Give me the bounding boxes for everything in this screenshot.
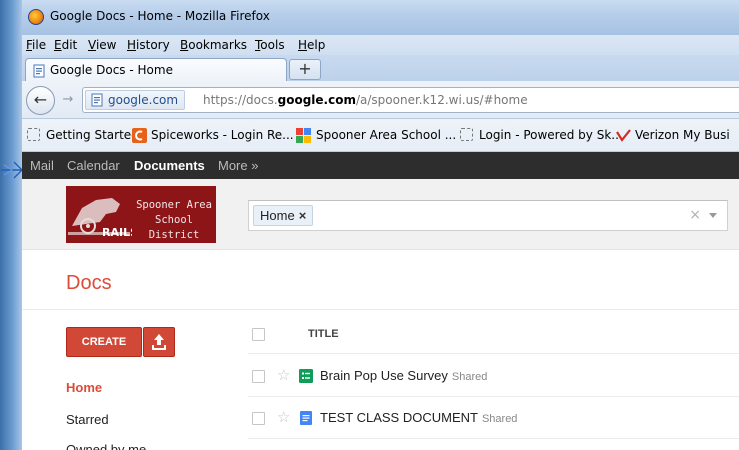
- table-row[interactable]: ☆ Brain Pop Use Survey Shared: [248, 355, 739, 397]
- star-icon[interactable]: ☆: [277, 366, 290, 384]
- sidebar-item-starred[interactable]: Starred: [66, 412, 109, 427]
- school-district-logo[interactable]: RAILS Spooner Area School District: [66, 186, 216, 243]
- search-chip-home[interactable]: Home ×: [253, 205, 314, 226]
- file-title: Brain Pop Use Survey: [320, 368, 448, 383]
- railers-mascot-icon: RAILS: [68, 198, 132, 239]
- column-title[interactable]: TITLE: [308, 328, 339, 340]
- page-title: Docs: [66, 272, 112, 294]
- menu-bar: File Edit View History Bookmarks Tools H…: [22, 35, 739, 55]
- firefox-icon: [28, 9, 44, 25]
- navigation-bar: ← → google.com https://docs.google.com/a…: [22, 81, 739, 119]
- menu-view[interactable]: View: [88, 38, 116, 52]
- bookmark-getting-started[interactable]: Getting Started: [46, 128, 139, 142]
- file-title: TEST CLASS DOCUMENT: [320, 410, 478, 425]
- bookmark-verizon[interactable]: Verizon My Busi: [635, 128, 730, 142]
- google-apps-icon: [296, 128, 311, 143]
- url-bar[interactable]: google.com https://docs.google.com/a/spo…: [82, 87, 739, 113]
- svg-text:RAILS: RAILS: [102, 226, 132, 239]
- row-checkbox[interactable]: [252, 412, 265, 425]
- file-name[interactable]: Brain Pop Use Survey Shared: [320, 368, 487, 383]
- header-divider: [22, 309, 739, 310]
- tab-google-docs-home[interactable]: Google Docs - Home: [25, 58, 287, 81]
- gbar-calendar[interactable]: Calendar: [67, 158, 120, 173]
- chip-remove-icon[interactable]: ×: [299, 208, 307, 223]
- window-title: Google Docs - Home - Mozilla Firefox: [50, 9, 270, 23]
- url-domain: google.com: [277, 93, 356, 107]
- bookmark-page-icon: [460, 128, 473, 141]
- spiceworks-icon: [132, 128, 147, 143]
- logo-line-2: School District: [148, 214, 200, 241]
- search-box[interactable]: Home × ×: [248, 200, 728, 231]
- site-identity-label: google.com: [108, 93, 179, 107]
- forward-button[interactable]: →: [59, 91, 77, 109]
- browser-window: Google Docs - Home - Mozilla Firefox Fil…: [22, 0, 739, 450]
- bookmarks-bar: Getting Started Spiceworks - Login Re...…: [22, 119, 739, 152]
- verizon-icon: [616, 129, 631, 142]
- shared-badge: Shared: [451, 371, 488, 383]
- docs-header: RAILS Spooner Area School District Home ×…: [22, 179, 739, 250]
- sidebar-item-home[interactable]: Home: [66, 380, 102, 395]
- back-button[interactable]: ←: [26, 86, 55, 115]
- google-bar: Mail Calendar Documents More »: [22, 152, 739, 179]
- select-all-checkbox[interactable]: [252, 328, 265, 341]
- cursor-arrow-icon: [1, 161, 23, 179]
- new-tab-button[interactable]: +: [289, 59, 321, 80]
- menu-file[interactable]: File: [26, 38, 46, 52]
- desktop-edge: [0, 0, 22, 450]
- file-name[interactable]: TEST CLASS DOCUMENT Shared: [320, 410, 517, 425]
- url-text: https://docs.google.com/a/spooner.k12.wi…: [203, 93, 528, 107]
- url-suffix: /a/spooner.k12.wi.us/#home: [355, 93, 528, 107]
- row-checkbox[interactable]: [252, 370, 265, 383]
- url-prefix: https://docs.: [203, 93, 278, 107]
- menu-help[interactable]: Help: [298, 38, 325, 52]
- menu-edit[interactable]: Edit: [54, 38, 77, 52]
- bookmark-page-icon: [27, 128, 40, 141]
- bookmark-spiceworks[interactable]: Spiceworks - Login Re...: [151, 128, 294, 142]
- menu-bookmarks[interactable]: Bookmarks: [180, 38, 247, 52]
- upload-icon: [152, 334, 166, 350]
- star-icon[interactable]: ☆: [277, 408, 290, 426]
- site-identity-button[interactable]: google.com: [85, 90, 186, 110]
- search-clear-icon[interactable]: ×: [689, 207, 701, 223]
- document-file-icon: [300, 411, 312, 425]
- file-list-header: TITLE: [248, 320, 739, 354]
- form-file-icon: [299, 369, 313, 383]
- bookmark-spooner-area-school[interactable]: Spooner Area School ...: [316, 128, 456, 142]
- tab-label: Google Docs - Home: [50, 63, 173, 77]
- menu-tools[interactable]: Tools: [255, 38, 285, 52]
- gbar-documents[interactable]: Documents: [134, 158, 205, 173]
- search-options-chevron-down-icon[interactable]: [709, 213, 717, 218]
- upload-button[interactable]: [143, 327, 175, 357]
- menu-history[interactable]: History: [127, 38, 170, 52]
- table-row[interactable]: ☆ TEST CLASS DOCUMENT Shared: [248, 397, 739, 439]
- tab-bar: Google Docs - Home +: [22, 55, 739, 81]
- bookmark-login-skyward[interactable]: Login - Powered by Sk...: [479, 128, 623, 142]
- google-docs-favicon-icon: [33, 64, 45, 78]
- create-button[interactable]: CREATE: [66, 327, 142, 357]
- title-bar: Google Docs - Home - Mozilla Firefox: [22, 0, 739, 35]
- google-docs-favicon-icon: [91, 93, 103, 107]
- search-chip-label: Home: [260, 208, 295, 223]
- logo-text: Spooner Area School District: [132, 198, 216, 243]
- shared-badge: Shared: [481, 413, 518, 425]
- gbar-mail[interactable]: Mail: [30, 158, 54, 173]
- gbar-more[interactable]: More »: [218, 158, 258, 173]
- sidebar-item-owned-by-me[interactable]: Owned by me: [66, 442, 146, 450]
- logo-line-1: Spooner Area: [136, 199, 212, 211]
